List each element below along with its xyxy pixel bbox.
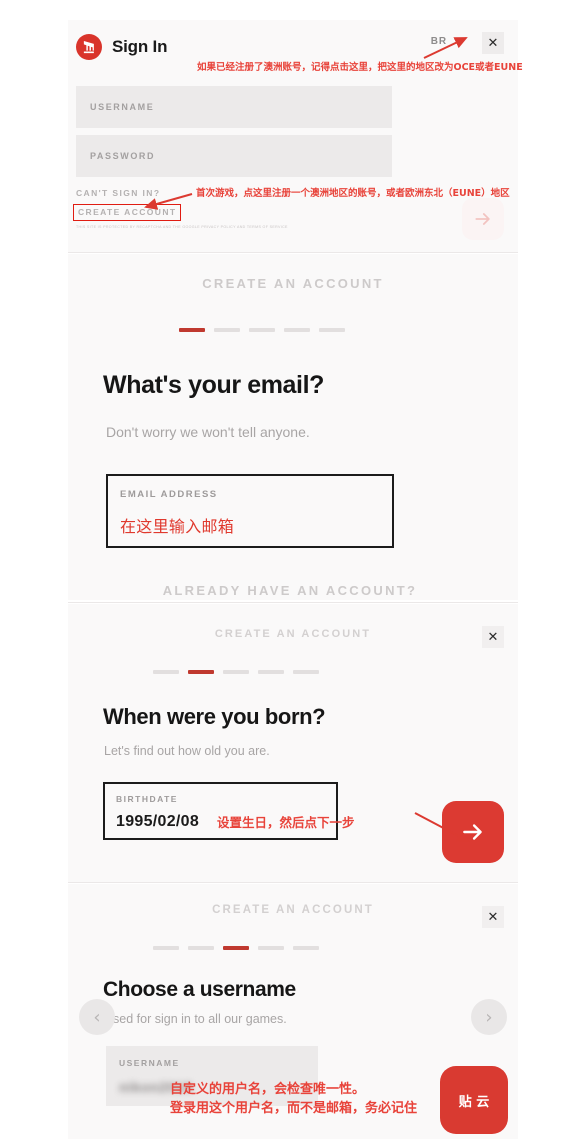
create-account-heading-username: CREATE AN ACCOUNT (212, 904, 374, 916)
step-dash-4 (258, 946, 284, 950)
step-dash-3 (223, 670, 249, 674)
step-dash-2 (188, 670, 214, 674)
step-dash-5 (293, 946, 319, 950)
username-question-title: Choose a username (103, 978, 296, 1001)
step-dash-5 (293, 670, 319, 674)
panel-divider-2 (68, 602, 518, 603)
close-button-signin[interactable]: ✕ (482, 32, 504, 54)
username-choice-input[interactable]: USERNAME nikon2018 (106, 1046, 318, 1106)
step-dash-2 (214, 328, 240, 332)
create-account-birthdate-panel: CREATE AN ACCOUNT ✕ When were you born? … (68, 604, 518, 882)
username-choice-label: USERNAME (119, 1058, 180, 1068)
username-label: USERNAME (90, 102, 155, 112)
create-account-link[interactable]: CREATE ACCOUNT (73, 204, 182, 221)
screenshot-root: Sign In BR ✕ USERNAME PASSWORD CAN'T SIG… (0, 0, 580, 1139)
sign-in-panel: Sign In BR ✕ USERNAME PASSWORD CAN'T SIG… (68, 20, 518, 252)
step-dash-1 (179, 328, 205, 332)
step-dash-2 (188, 946, 214, 950)
chevron-right-icon[interactable]: › (471, 999, 507, 1035)
birth-question-subtitle: Let's find out how old you are. (104, 744, 270, 758)
step-indicator-username (153, 946, 319, 950)
step-dash-1 (153, 670, 179, 674)
birthdate-value: 1995/02/08 (116, 813, 200, 830)
email-question-title: What's your email? (103, 371, 325, 399)
email-address-label: EMAIL ADDRESS (120, 489, 218, 500)
create-account-username-panel: CREATE AN ACCOUNT ✕ Choose a username Us… (68, 884, 518, 1139)
password-label: PASSWORD (90, 151, 156, 161)
create-account-email-panel: CREATE AN ACCOUNT What's your email? Don… (68, 254, 518, 600)
email-address-input[interactable]: EMAIL ADDRESS 在这里输入邮箱 (106, 474, 394, 548)
birthdate-label: BIRTHDATE (116, 794, 178, 804)
step-dash-5 (319, 328, 345, 332)
legal-disclaimer: THIS SITE IS PROTECTED BY RECAPTCHA AND … (76, 225, 288, 229)
step-indicator-birth (153, 670, 319, 674)
username-input[interactable]: USERNAME (76, 86, 392, 128)
already-have-account-link[interactable]: ALREADY HAVE AN ACCOUNT? (0, 583, 580, 598)
sign-in-submit-button[interactable] (462, 198, 504, 240)
step-dash-3 (249, 328, 275, 332)
cant-sign-in-link[interactable]: CAN'T SIGN IN? (76, 188, 160, 198)
region-code-label: BR (430, 36, 447, 47)
email-address-value: 在这里输入邮箱 (120, 519, 235, 536)
watermark-text: 贴 云 (458, 1094, 490, 1110)
password-input[interactable]: PASSWORD (76, 135, 392, 177)
create-account-heading-email: CREATE AN ACCOUNT (202, 276, 384, 291)
chevron-left-icon[interactable]: ‹ (79, 999, 115, 1035)
sign-in-title: Sign In (112, 37, 168, 56)
username-choice-value: nikon2018 (119, 1079, 192, 1095)
watermark-badge: 贴 云 (440, 1066, 508, 1134)
birth-question-title: When were you born? (103, 704, 326, 729)
step-dash-3 (223, 946, 249, 950)
panel-divider-1 (68, 252, 518, 253)
step-dash-1 (153, 946, 179, 950)
riot-fist-icon (76, 34, 102, 60)
arrow-right-icon (463, 824, 482, 840)
step-indicator-email (179, 328, 345, 332)
region-selector[interactable]: BR (431, 36, 464, 47)
create-account-heading-birth: CREATE AN ACCOUNT (214, 628, 372, 640)
close-button-birth[interactable]: ✕ (482, 626, 504, 648)
panel-divider-3 (68, 882, 518, 883)
email-question-subtitle: Don't worry we won't tell anyone. (106, 424, 310, 440)
birthdate-input[interactable]: BIRTHDATE 1995/02/08 (103, 782, 338, 840)
sign-in-header: Sign In (76, 34, 167, 60)
username-question-subtitle: Used for sign in to all our games. (104, 1012, 287, 1026)
birthdate-next-button[interactable] (442, 801, 504, 863)
chevron-down-icon (454, 38, 464, 45)
close-button-username[interactable]: ✕ (482, 906, 504, 928)
step-dash-4 (258, 670, 284, 674)
step-dash-4 (284, 328, 310, 332)
arrow-right-icon (475, 213, 490, 225)
